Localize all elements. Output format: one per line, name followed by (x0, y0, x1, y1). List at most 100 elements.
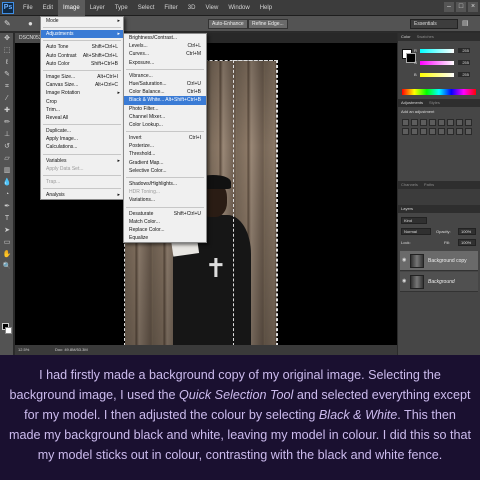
tab-paths[interactable]: Paths (424, 181, 434, 189)
adjustment-preset-icon[interactable] (438, 128, 445, 135)
adjustment-preset-icon[interactable] (447, 128, 454, 135)
menu-item-brightness-contrast[interactable]: Brightness/Contrast... (124, 34, 206, 42)
zoom-tool-icon[interactable]: 🔍 (0, 261, 14, 273)
color-slider-r[interactable] (420, 49, 454, 53)
menu-item-photo-filter[interactable]: Photo Filter... (124, 105, 206, 113)
background-color-swatch[interactable] (5, 327, 12, 334)
move-tool-icon[interactable]: ✥ (0, 33, 14, 45)
menu-item-calculations[interactable]: Calculations... (41, 143, 123, 151)
menu-item-levels[interactable]: Levels... Ctrl+L (124, 42, 206, 50)
healing-brush-icon[interactable]: ✚ (0, 105, 14, 117)
menu-item-analysis[interactable]: Analysis (41, 191, 123, 199)
history-brush-icon[interactable]: ↺ (0, 141, 14, 153)
menu-item-apply-image[interactable]: Apply Image... (41, 135, 123, 143)
menu-item-reveal-all[interactable]: Reveal All (41, 114, 123, 122)
adjustment-preset-icon[interactable] (438, 119, 445, 126)
menu-item-hue-saturation[interactable]: Hue/Saturation... Ctrl+U (124, 80, 206, 88)
menu-item-vibrance[interactable]: Vibrance... (124, 72, 206, 80)
menu-item-crop[interactable]: Crop (41, 98, 123, 106)
menu-item-auto-contrast[interactable]: Auto Contrast Alt+Shift+Ctrl+L (41, 52, 123, 60)
adjustment-preset-icon[interactable] (465, 128, 472, 135)
adjustment-preset-icon[interactable] (447, 119, 454, 126)
gradient-tool-icon[interactable]: ▥ (0, 165, 14, 177)
pen-tool-icon[interactable]: ✒ (0, 201, 14, 213)
menu-item-auto-color[interactable]: Auto Color Shift+Ctrl+B (41, 60, 123, 68)
menu-help[interactable]: Help (255, 0, 277, 16)
tab-styles[interactable]: Styles (429, 99, 440, 107)
menu-item-duplicate[interactable]: Duplicate... (41, 127, 123, 135)
adjustment-preset-icon[interactable] (420, 119, 427, 126)
visibility-eye-icon[interactable]: ◉ (402, 279, 407, 284)
menu-item-shadows-highlights[interactable]: Shadows/Highlights... (124, 180, 206, 188)
menu-item-threshold[interactable]: Threshold... (124, 150, 206, 158)
adjustment-preset-icon[interactable] (429, 128, 436, 135)
blend-mode-select[interactable]: Normal (401, 228, 431, 235)
lasso-tool-icon[interactable]: ℓ (0, 57, 14, 69)
menu-item-selective-color[interactable]: Selective Color... (124, 167, 206, 175)
workspace-menu-icon[interactable]: ▤ (462, 19, 474, 29)
adjustment-preset-icon[interactable] (402, 128, 409, 135)
menu-item-channel-mixer[interactable]: Channel Mixer... (124, 113, 206, 121)
eyedropper-tool-icon[interactable]: ⁄ (0, 93, 14, 105)
menu-item-mode[interactable]: Mode (41, 17, 123, 25)
adjustment-preset-icon[interactable] (456, 128, 463, 135)
dodge-tool-icon[interactable]: ◔ (0, 189, 14, 201)
menu-item-curves[interactable]: Curves... Ctrl+M (124, 50, 206, 58)
hand-tool-icon[interactable]: ✋ (0, 249, 14, 261)
opacity-input[interactable]: 100% (458, 228, 476, 235)
menu-3d[interactable]: 3D (183, 0, 201, 16)
layer-row[interactable]: ◉ Background (400, 272, 478, 292)
adjustment-preset-icon[interactable] (420, 128, 427, 135)
clone-stamp-icon[interactable]: ⊥ (0, 129, 14, 141)
menu-item-canvas-size[interactable]: Canvas Size... Alt+Ctrl+C (41, 81, 123, 89)
menu-window[interactable]: Window (223, 0, 254, 16)
auto-enhance-checkbox[interactable]: Auto-Enhance (208, 19, 248, 29)
minimize-icon[interactable]: – (444, 2, 454, 12)
layer-filter-kind[interactable]: Kind (401, 217, 427, 224)
menu-item-adjustments[interactable]: Adjustments (41, 30, 123, 39)
layer-name[interactable]: Background copy (428, 258, 467, 264)
tab-swatches[interactable]: Swatches (417, 33, 434, 41)
brush-size-icon[interactable]: ● (28, 19, 40, 29)
menu-item-black-white[interactable]: Black & White... Alt+Shift+Ctrl+B (124, 96, 206, 105)
menu-item-image-rotation[interactable]: Image Rotation (41, 89, 123, 97)
menu-edit[interactable]: Edit (38, 0, 58, 16)
visibility-eye-icon[interactable]: ◉ (402, 258, 407, 263)
menu-image[interactable]: Image (58, 0, 85, 16)
menu-item-auto-tone[interactable]: Auto Tone Shift+Ctrl+L (41, 43, 123, 51)
menu-item-gradient-map[interactable]: Gradient Map... (124, 159, 206, 167)
menu-item-variations[interactable]: Variations... (124, 196, 206, 204)
type-tool-icon[interactable]: T (0, 213, 14, 225)
menu-item-variables[interactable]: Variables (41, 157, 123, 165)
menu-item-color-balance[interactable]: Color Balance... Ctrl+B (124, 88, 206, 96)
fill-input[interactable]: 100% (458, 239, 476, 246)
menu-filter[interactable]: Filter (159, 0, 182, 16)
marquee-tool-icon[interactable]: ⬚ (0, 45, 14, 57)
color-slider-b[interactable] (420, 73, 454, 77)
adjustment-preset-icon[interactable] (456, 119, 463, 126)
tab-channels[interactable]: Channels (401, 181, 418, 189)
tab-color[interactable]: Color (401, 33, 411, 41)
brush-tool-icon[interactable]: ✏ (0, 117, 14, 129)
tab-layers[interactable]: Layers (401, 205, 413, 213)
maximize-icon[interactable]: □ (456, 2, 466, 12)
layer-name[interactable]: Background (428, 279, 455, 285)
menu-type[interactable]: Type (110, 0, 133, 16)
zoom-level[interactable]: 12.5% (18, 345, 29, 355)
menu-item-posterize[interactable]: Posterize... (124, 142, 206, 150)
eraser-tool-icon[interactable]: ▱ (0, 153, 14, 165)
color-slider-g[interactable] (420, 61, 454, 65)
menu-item-invert[interactable]: Invert Ctrl+I (124, 134, 206, 142)
menu-item-color-lookup[interactable]: Color Lookup... (124, 121, 206, 129)
quick-selection-icon[interactable]: ✎ (0, 69, 14, 81)
menu-item-exposure[interactable]: Exposure... (124, 59, 206, 67)
workspace-select[interactable]: Essentials (410, 19, 458, 29)
menu-item-replace-color[interactable]: Replace Color... (124, 226, 206, 234)
menu-item-desaturate[interactable]: Desaturate Shift+Ctrl+U (124, 210, 206, 218)
color-spectrum-bar[interactable] (402, 89, 476, 95)
shape-tool-icon[interactable]: ▭ (0, 237, 14, 249)
refine-edge-button[interactable]: Refine Edge... (248, 19, 288, 29)
tab-adjustments[interactable]: Adjustments (401, 99, 423, 107)
menu-layer[interactable]: Layer (85, 0, 110, 16)
slider-value-r[interactable]: 255 (458, 48, 470, 53)
